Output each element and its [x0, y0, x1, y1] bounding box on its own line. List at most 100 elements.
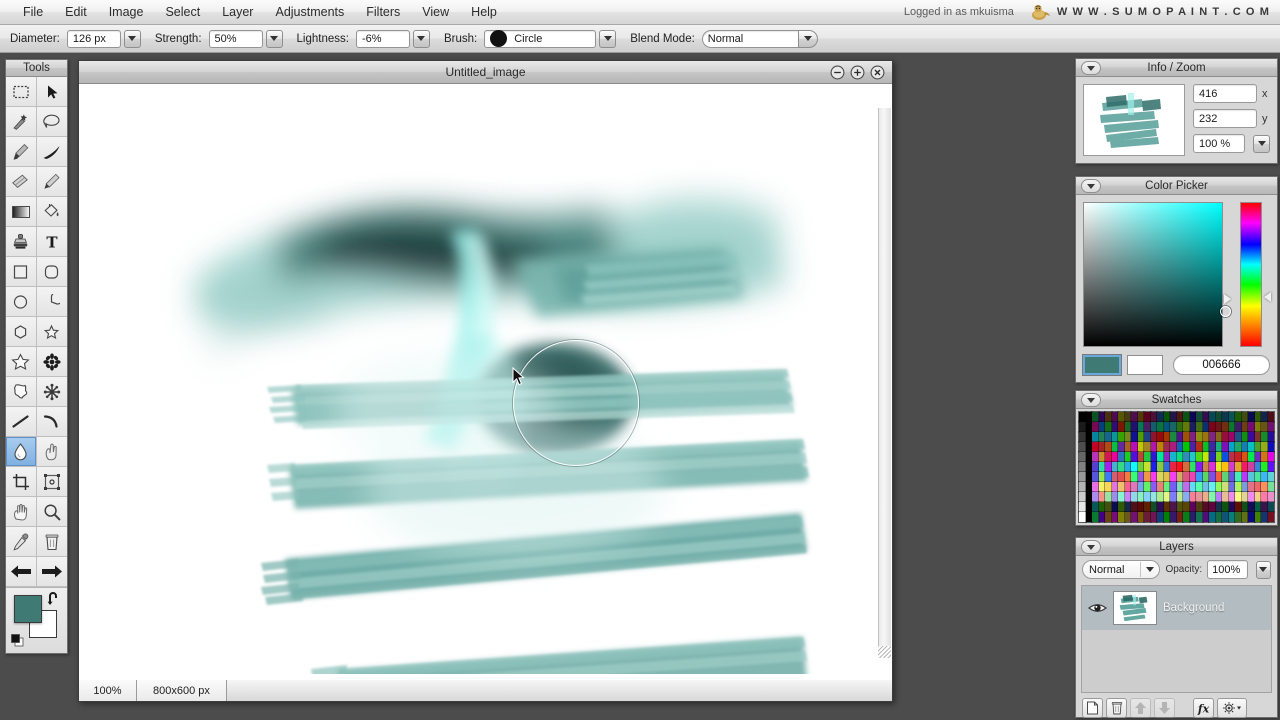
layer-effects-button[interactable]: fx [1193, 698, 1214, 718]
tool-paint-brush[interactable] [6, 137, 37, 167]
tool-rectangular-marquee[interactable] [6, 77, 37, 107]
lightness-dropdown-button[interactable] [412, 29, 430, 48]
picker-background-swatch[interactable] [1127, 355, 1163, 375]
saturation-value-field[interactable] [1083, 202, 1231, 347]
menu-item-view[interactable]: View [411, 2, 460, 22]
swatch-cell[interactable] [1266, 411, 1275, 423]
tool-sharpen[interactable] [36, 437, 67, 467]
blend-mode-dropdown-button[interactable] [797, 29, 818, 48]
layer-blend-mode-select[interactable]: Normal [1082, 560, 1161, 579]
tool-magic-wand[interactable] [6, 107, 37, 137]
zoom-level-input[interactable]: 100 % [1193, 134, 1245, 153]
layer-row-background[interactable]: Background [1082, 586, 1271, 630]
tool-gradient[interactable] [6, 197, 37, 227]
menu-item-filters[interactable]: Filters [355, 2, 411, 22]
layer-opacity-dropdown-button[interactable] [1255, 560, 1271, 579]
tool-curve[interactable] [36, 407, 67, 437]
x-coordinate-input[interactable]: 416 [1193, 84, 1257, 103]
drawing-canvas[interactable] [85, 89, 878, 674]
tool-text[interactable]: T [36, 227, 67, 257]
foreground-color-swatch[interactable] [14, 595, 42, 623]
swatch-cell[interactable] [1266, 471, 1275, 483]
tool-clone-stamp[interactable] [6, 227, 37, 257]
swatch-cell[interactable] [1266, 441, 1275, 453]
picker-foreground-swatch[interactable] [1083, 355, 1121, 375]
tool-blob-shape[interactable] [6, 377, 37, 407]
tool-redo[interactable] [36, 557, 67, 587]
eye-visibility-icon[interactable] [1088, 601, 1107, 615]
swatch-cell[interactable] [1266, 511, 1275, 523]
tool-polygon-shape[interactable] [6, 317, 37, 347]
tool-ellipse-shape[interactable] [6, 287, 37, 317]
maximize-icon[interactable] [850, 65, 865, 80]
menu-item-layer[interactable]: Layer [211, 2, 264, 22]
tool-star-outline[interactable] [36, 317, 67, 347]
layer-opacity-input[interactable]: 100% [1207, 560, 1248, 579]
sumopaint-brand[interactable]: W W W . S U M O P A I N T . C O M [1030, 3, 1270, 21]
image-window-titlebar[interactable]: Untitled_image [79, 61, 892, 84]
y-coordinate-input[interactable]: 232 [1193, 109, 1257, 128]
delete-layer-button[interactable] [1106, 698, 1127, 718]
tool-pie-shape[interactable] [36, 287, 67, 317]
tool-hand[interactable] [6, 497, 37, 527]
layer-settings-button[interactable] [1217, 698, 1247, 718]
close-icon[interactable] [870, 65, 885, 80]
menu-item-select[interactable]: Select [154, 2, 211, 22]
tool-lasso[interactable] [36, 107, 67, 137]
swatches-collapse-button[interactable] [1081, 393, 1101, 407]
tool-crop[interactable] [6, 467, 37, 497]
tool-pencil[interactable] [36, 167, 67, 197]
swatches-grid[interactable] [1078, 411, 1275, 523]
tool-paint-bucket[interactable] [36, 197, 67, 227]
swatch-cell[interactable] [1266, 421, 1275, 433]
hex-color-input[interactable]: 006666 [1173, 355, 1270, 375]
tool-undo[interactable] [6, 557, 37, 587]
lightness-input[interactable]: -6% [355, 29, 410, 48]
blend-mode-select[interactable]: Normal [701, 29, 798, 48]
tool-eraser[interactable] [6, 167, 37, 197]
reset-colors-icon[interactable] [11, 634, 24, 647]
brush-preset-select[interactable]: Circle [484, 29, 597, 48]
tool-delete[interactable] [36, 527, 67, 557]
swatch-cell[interactable] [1266, 481, 1275, 493]
menu-item-adjustments[interactable]: Adjustments [264, 2, 355, 22]
tool-blur-smudge[interactable] [6, 437, 37, 467]
diameter-input[interactable]: 126 px [66, 29, 121, 48]
minimize-icon[interactable] [830, 65, 845, 80]
menu-item-file[interactable]: File [12, 2, 54, 22]
move-layer-up-button[interactable] [1130, 698, 1151, 718]
swatch-cell[interactable] [1266, 431, 1275, 443]
status-zoom-level[interactable]: 100% [79, 680, 137, 701]
tool-eyedropper[interactable] [6, 527, 37, 557]
layers-collapse-button[interactable] [1081, 540, 1101, 554]
menu-item-edit[interactable]: Edit [54, 2, 98, 22]
new-layer-button[interactable] [1082, 698, 1103, 718]
tool-rectangle-shape[interactable] [6, 257, 37, 287]
canvas-resize-grip[interactable] [878, 646, 891, 658]
tool-transform[interactable] [36, 467, 67, 497]
tool-snowflake-shape[interactable] [36, 377, 67, 407]
color-picker-collapse-button[interactable] [1081, 179, 1101, 193]
strength-input[interactable]: 50% [208, 29, 263, 48]
tool-line[interactable] [6, 407, 37, 437]
canvas-vertical-scrollbar[interactable] [878, 108, 891, 646]
hue-slider[interactable] [1240, 202, 1262, 347]
info-zoom-collapse-button[interactable] [1081, 61, 1101, 75]
swatch-cell[interactable] [1266, 461, 1275, 473]
tool-star-shape[interactable] [6, 347, 37, 377]
swatch-cell[interactable] [1266, 451, 1275, 463]
brush-dropdown-button[interactable] [599, 29, 617, 48]
move-layer-down-button[interactable] [1154, 698, 1175, 718]
tool-flower-shape[interactable] [36, 347, 67, 377]
tool-rounded-rectangle-shape[interactable] [36, 257, 67, 287]
swap-colors-icon[interactable] [47, 592, 62, 606]
menu-item-image[interactable]: Image [98, 2, 155, 22]
strength-dropdown-button[interactable] [265, 29, 283, 48]
tool-move[interactable] [36, 77, 67, 107]
tool-ink-brush[interactable] [36, 137, 67, 167]
swatch-cell[interactable] [1266, 491, 1275, 503]
tool-zoom[interactable] [36, 497, 67, 527]
swatch-cell[interactable] [1266, 501, 1275, 513]
zoom-dropdown-button[interactable] [1253, 134, 1270, 153]
menu-item-help[interactable]: Help [460, 2, 508, 22]
